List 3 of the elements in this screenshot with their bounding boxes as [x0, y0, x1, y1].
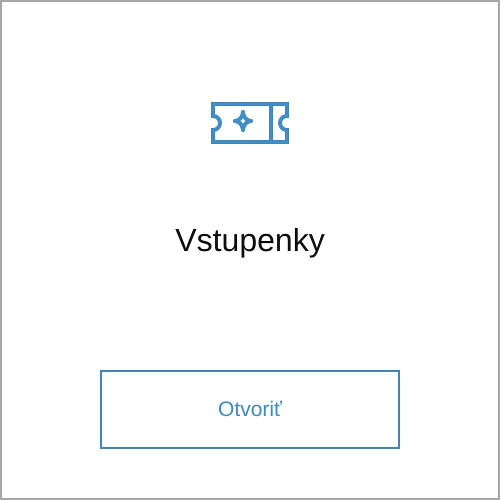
ticket-icon [211, 102, 289, 144]
open-button[interactable]: Otvoriť [100, 370, 400, 449]
card-title: Vstupenky [175, 221, 325, 260]
